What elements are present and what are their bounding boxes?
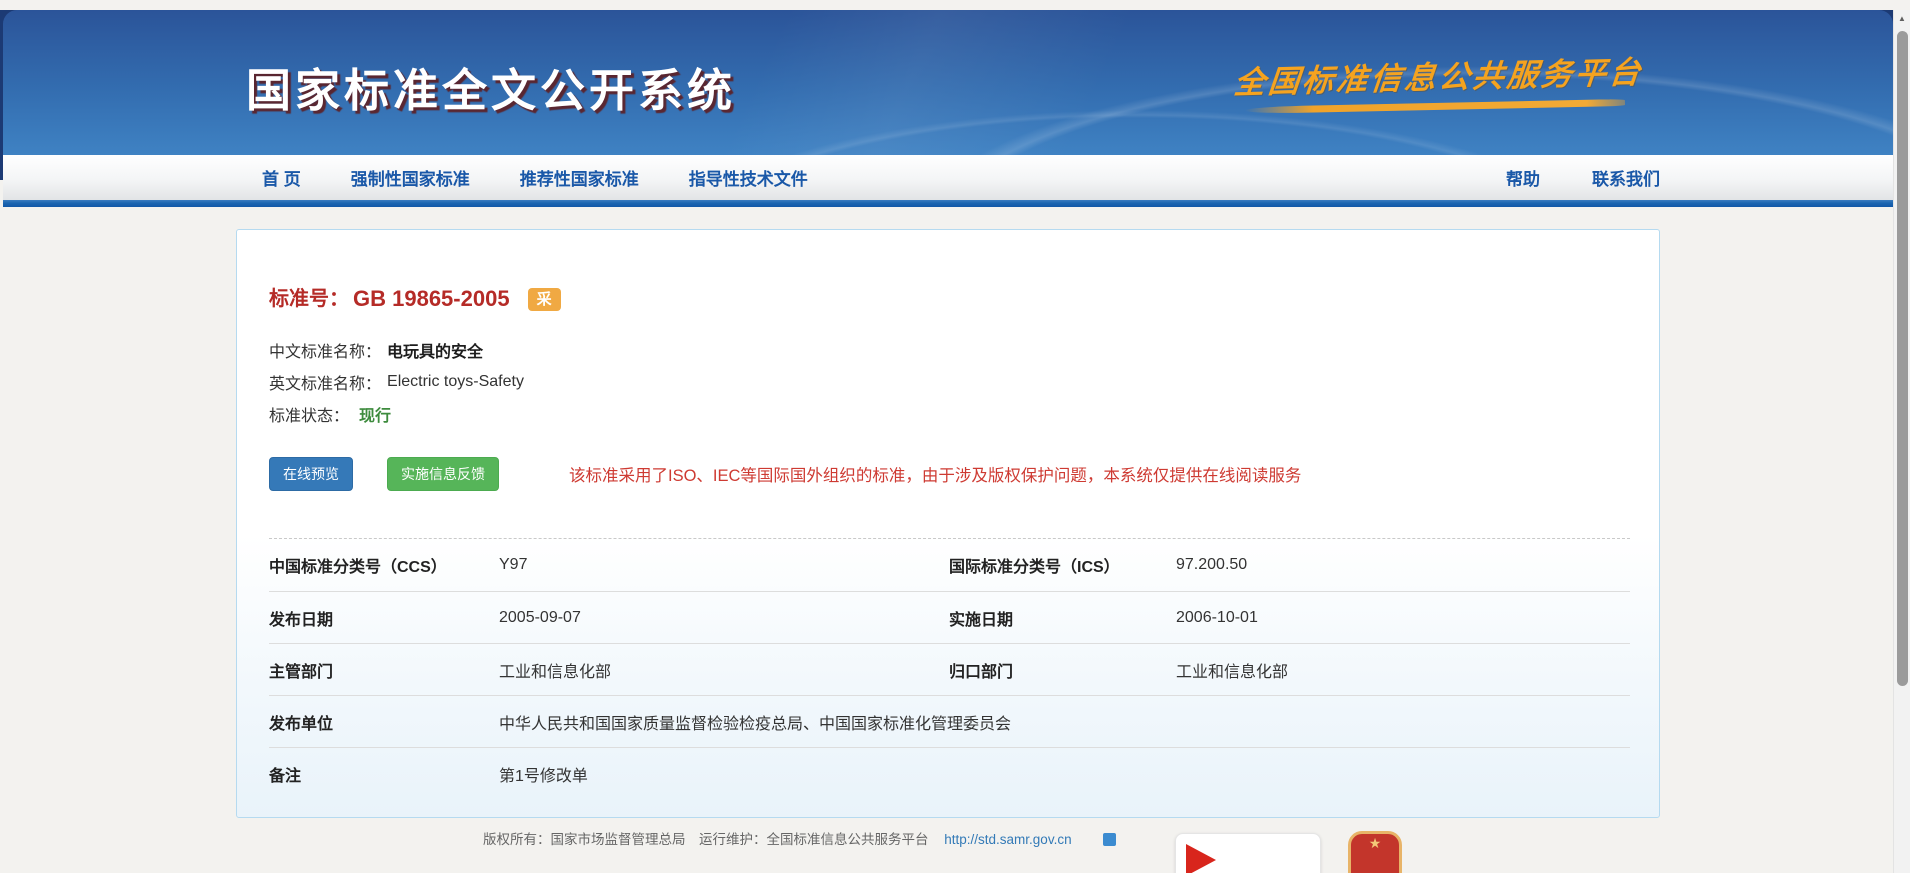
detail-value: 2005-09-07 bbox=[499, 609, 949, 627]
detail-value: Y97 bbox=[499, 556, 949, 574]
platform-logo: 全国标准信息公共服务平台 bbox=[1235, 52, 1643, 110]
nav-item-contact[interactable]: 联系我们 bbox=[1592, 165, 1660, 190]
online-preview-button[interactable]: 在线预览 bbox=[269, 457, 353, 491]
implementation-feedback-button[interactable]: 实施信息反馈 bbox=[387, 457, 499, 491]
logo-underline bbox=[1245, 99, 1625, 114]
table-row: 备注 第1号修改单 bbox=[269, 747, 1630, 799]
detail-label: 备注 bbox=[269, 762, 499, 786]
detail-value: 工业和信息化部 bbox=[499, 658, 949, 682]
nav-right-group: 帮助 联系我们 bbox=[1454, 165, 1660, 190]
table-row: 发布单位 中华人民共和国国家质量监督检验检疫总局、中国国家标准化管理委员会 bbox=[269, 695, 1630, 747]
table-row: 中国标准分类号（CCS） Y97 国际标准分类号（ICS） 97.200.50 bbox=[269, 539, 1630, 591]
site-header: 国家标准全文公开系统 全国标准信息公共服务平台 bbox=[3, 10, 1893, 155]
field-status: 标准状态： 现行 bbox=[269, 398, 1630, 430]
detail-value: 第1号修改单 bbox=[499, 762, 1630, 786]
flag-icon bbox=[1186, 844, 1216, 873]
standard-title-row: 标准号： GB 19865-2005 采 bbox=[269, 284, 1630, 314]
nav-item-mandatory-standards[interactable]: 强制性国家标准 bbox=[351, 165, 470, 190]
detail-label: 国际标准分类号（ICS） bbox=[949, 553, 1176, 577]
field-label: 英文标准名称： bbox=[269, 370, 381, 394]
detail-value: 工业和信息化部 bbox=[1176, 658, 1630, 682]
scrollbar[interactable]: ▲ bbox=[1893, 10, 1910, 873]
actions-row: 在线预览 实施信息反馈 该标准采用了ISO、IEC等国际国外组织的标准，由于涉及… bbox=[269, 456, 1630, 492]
footer-link[interactable]: http://std.samr.gov.cn bbox=[944, 832, 1071, 847]
field-value: Electric toys-Safety bbox=[387, 373, 524, 391]
field-value: 电玩具的安全 bbox=[387, 338, 483, 362]
detail-value: 中华人民共和国国家质量监督检验检疫总局、中国国家标准化管理委员会 bbox=[499, 710, 1630, 734]
nav-item-recommended-standards[interactable]: 推荐性国家标准 bbox=[520, 165, 639, 190]
flag-logo[interactable] bbox=[1175, 833, 1321, 873]
detail-value: 2006-10-01 bbox=[1176, 609, 1630, 627]
platform-logo-text: 全国标准信息公共服务平台 bbox=[1232, 47, 1646, 103]
scrollbar-thumb[interactable] bbox=[1897, 31, 1908, 686]
standard-number-label: 标准号： bbox=[269, 284, 349, 314]
emblem-logo[interactable]: ★ bbox=[1348, 831, 1402, 873]
standard-detail-card: 标准号： GB 19865-2005 采 中文标准名称： 电玩具的安全 英文标准… bbox=[236, 229, 1660, 818]
detail-label: 实施日期 bbox=[949, 606, 1176, 630]
field-english-name: 英文标准名称： Electric toys-Safety bbox=[269, 366, 1630, 398]
field-chinese-name: 中文标准名称： 电玩具的安全 bbox=[269, 334, 1630, 366]
detail-table: 中国标准分类号（CCS） Y97 国际标准分类号（ICS） 97.200.50 … bbox=[269, 538, 1630, 799]
adopted-badge: 采 bbox=[528, 288, 561, 311]
site-badge-icon bbox=[1103, 833, 1116, 846]
field-label: 中文标准名称： bbox=[269, 338, 381, 362]
nav-bottom-border bbox=[3, 200, 1893, 207]
field-label: 标准状态： bbox=[269, 402, 349, 426]
scroll-up-icon[interactable]: ▲ bbox=[1894, 10, 1910, 27]
detail-label: 中国标准分类号（CCS） bbox=[269, 553, 499, 577]
detail-label: 主管部门 bbox=[269, 658, 499, 682]
standard-fields: 中文标准名称： 电玩具的安全 英文标准名称： Electric toys-Saf… bbox=[269, 334, 1630, 430]
footer-copyright-text: 版权所有：国家市场监督管理总局 运行维护：全国标准信息公共服务平台 bbox=[483, 832, 929, 847]
nav-inner: 首 页 强制性国家标准 推荐性国家标准 指导性技术文件 帮助 联系我们 bbox=[236, 155, 1660, 200]
site-title: 国家标准全文公开系统 bbox=[246, 54, 736, 119]
nav-item-home[interactable]: 首 页 bbox=[262, 165, 301, 190]
main-content: 标准号： GB 19865-2005 采 中文标准名称： 电玩具的安全 英文标准… bbox=[3, 207, 1893, 873]
table-row: 主管部门 工业和信息化部 归口部门 工业和信息化部 bbox=[269, 643, 1630, 695]
footer: 版权所有：国家市场监督管理总局 运行维护：全国标准信息公共服务平台 http:/… bbox=[3, 796, 1893, 849]
nav-left-group: 首 页 强制性国家标准 推荐性国家标准 指导性技术文件 bbox=[262, 165, 858, 190]
detail-label: 发布日期 bbox=[269, 606, 499, 630]
table-row: 发布日期 2005-09-07 实施日期 2006-10-01 bbox=[269, 591, 1630, 643]
status-badge: 现行 bbox=[359, 402, 391, 426]
page-container: 国家标准全文公开系统 全国标准信息公共服务平台 首 页 强制性国家标准 推荐性国… bbox=[3, 10, 1893, 873]
emblem-star-icon: ★ bbox=[1369, 836, 1382, 873]
main-nav: 首 页 强制性国家标准 推荐性国家标准 指导性技术文件 帮助 联系我们 bbox=[3, 155, 1893, 200]
nav-item-guidance-documents[interactable]: 指导性技术文件 bbox=[689, 165, 808, 190]
detail-label: 归口部门 bbox=[949, 658, 1176, 682]
standard-number: GB 19865-2005 bbox=[353, 284, 510, 314]
footer-copyright: 版权所有：国家市场监督管理总局 运行维护：全国标准信息公共服务平台 http:/… bbox=[483, 828, 1116, 848]
copyright-restriction-notice: 该标准采用了ISO、IEC等国际国外组织的标准，由于涉及版权保护问题，本系统仅提… bbox=[569, 462, 1301, 486]
detail-value: 97.200.50 bbox=[1176, 556, 1630, 574]
detail-label: 发布单位 bbox=[269, 710, 499, 734]
nav-item-help[interactable]: 帮助 bbox=[1506, 165, 1540, 190]
